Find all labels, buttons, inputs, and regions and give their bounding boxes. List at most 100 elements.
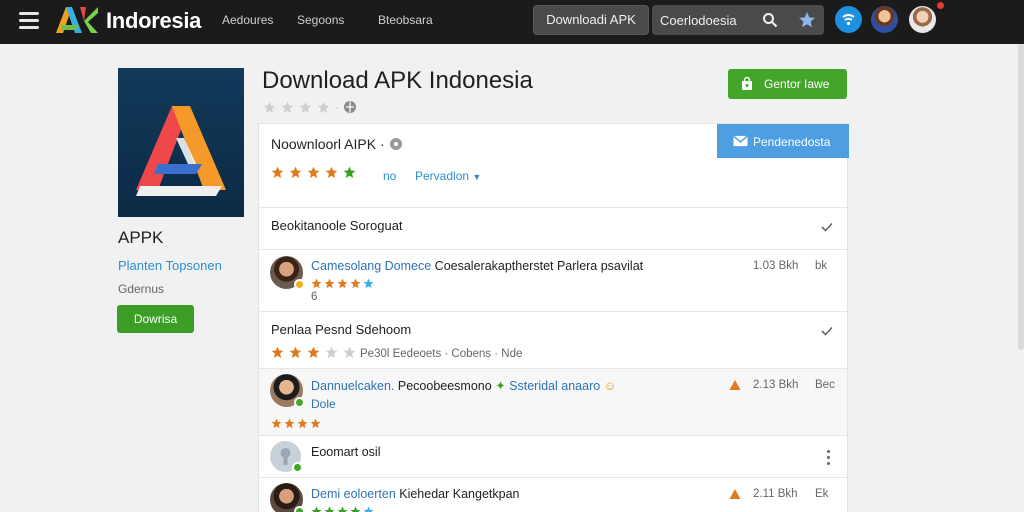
star-icon (311, 506, 322, 512)
star-icon (325, 166, 338, 179)
review-rating (311, 276, 376, 294)
info-icon (389, 138, 402, 150)
star-icon (263, 101, 276, 114)
check-icon (821, 222, 833, 232)
wifi-icon[interactable] (835, 6, 862, 33)
review-size: 1.03 Bkh (753, 260, 799, 272)
star-icon (284, 418, 295, 429)
star-icon (310, 418, 321, 429)
scrollbar[interactable] (1018, 44, 1024, 350)
warning-icon (729, 489, 741, 499)
star-icon (350, 278, 361, 289)
review-row-1[interactable]: Camesolang Domece Coesalerakaptherstet P… (259, 249, 847, 311)
section-title: Eoomart osil (311, 445, 381, 459)
app-icon[interactable] (118, 68, 244, 217)
top-bar: Indoresia Aedoures Segoons Bteobsara Dow… (0, 0, 1024, 44)
star-icon (337, 278, 348, 289)
star-icon (324, 506, 335, 512)
globe-icon (343, 101, 356, 113)
star-icon (307, 166, 320, 179)
section-rating (271, 346, 361, 364)
star-icon (297, 418, 308, 429)
section-row-3[interactable]: Eoomart osil (259, 435, 847, 477)
review-unit: bk (815, 260, 828, 272)
logo-text[interactable]: Indoresia (106, 8, 201, 34)
bag-icon (742, 77, 752, 90)
star-icon (307, 346, 320, 359)
star-icon (350, 506, 361, 512)
section-row-2[interactable]: Penlaa Pesnd Sdehoom Pe30l Eedeoets · Co… (259, 311, 847, 368)
card-title: Noownloorl AIPK · (271, 136, 403, 152)
user-avatar-1[interactable] (871, 6, 898, 33)
app-name: APPK (118, 228, 164, 247)
review-text: Demi eoloerten Kiehedar Kangetkpan (311, 487, 520, 501)
nav-link-2[interactable]: Segoons (297, 13, 344, 27)
emoji-icon: ☺ (603, 379, 617, 393)
review-text: Camesolang Domece Coesalerakaptherstet P… (311, 259, 644, 273)
search-box (652, 5, 824, 35)
title-rating: · (263, 100, 357, 119)
review-avatar[interactable] (270, 256, 305, 290)
star-icon (317, 101, 330, 114)
dropdown-icon: ▼ (472, 172, 482, 182)
review-row-3[interactable]: Demi eoloerten Kiehedar Kangetkpan 2.11 … (259, 477, 847, 512)
section-title: Penlaa Pesnd Sdehoom (271, 322, 412, 337)
review-unit: Bec (815, 379, 835, 391)
star-icon (271, 346, 284, 359)
notification-badge (937, 2, 944, 9)
star-icon (281, 101, 294, 114)
star-icon (271, 166, 284, 179)
main-card: Noownloorl AIPK · no Pervadlon ▼ Pendene… (258, 123, 849, 512)
download-apk-button[interactable]: Downloadi APK (533, 5, 649, 35)
star-icon (363, 506, 374, 512)
secondary-action-button[interactable]: Pendenedosta (717, 124, 849, 158)
star-icon (343, 346, 356, 359)
review-unit: Ek (815, 488, 829, 500)
review-size: 2.11 Bkh (753, 488, 798, 500)
star-icon (289, 346, 302, 359)
star-icon (324, 278, 335, 289)
review-avatar[interactable] (270, 374, 305, 408)
star-icon (343, 166, 356, 179)
more-options-icon[interactable] (827, 450, 831, 468)
star-icon (289, 166, 302, 179)
review-rating (311, 504, 376, 512)
star-icon (337, 506, 348, 512)
star-icon (311, 278, 322, 289)
section-title: Beokitanoole Soroguat (271, 218, 403, 233)
star-icon (325, 346, 338, 359)
search-input[interactable] (660, 10, 752, 30)
mail-icon (733, 135, 748, 147)
review-extra: Dole (311, 397, 336, 411)
star-icon (363, 278, 374, 289)
category-label: Gdernus (118, 282, 165, 296)
review-row-2[interactable]: Dannuelcaken. Pecoobeesmono ✦ Ssteridal … (259, 368, 847, 435)
review-text: Dannuelcaken. Pecoobeesmono ✦ Ssteridal … (311, 379, 617, 393)
developer-link[interactable]: Planten Topsonen (118, 258, 222, 273)
favorite-star-icon[interactable] (798, 11, 816, 29)
primary-action-label: Gentor Iawe (764, 77, 830, 91)
nav-link-1[interactable]: Aedoures (222, 13, 273, 27)
card-rating (271, 166, 361, 184)
permission-link[interactable]: Pervadlon ▼ (415, 169, 481, 183)
review-rating (271, 416, 323, 434)
review-avatar[interactable] (270, 483, 305, 512)
check-icon (821, 326, 833, 336)
primary-action-button[interactable]: Gentor Iawe (728, 69, 847, 99)
star-icon (271, 418, 282, 429)
section-row-1[interactable]: Beokitanoole Soroguat (259, 207, 847, 249)
page-title: Download APK Indonesia (262, 67, 533, 94)
logo-icon[interactable] (54, 5, 100, 35)
star-icon (299, 101, 312, 114)
sparkle-icon: ✦ (495, 379, 506, 393)
nav-link-3[interactable]: Bteobsara (378, 13, 433, 27)
sidebar-download-button[interactable]: Dowrisa (117, 305, 194, 333)
search-icon[interactable] (762, 12, 778, 28)
review-size: 2.13 Bkh (753, 379, 799, 391)
rating-count-link[interactable]: no (383, 169, 396, 183)
placeholder-avatar[interactable] (270, 441, 303, 473)
warning-icon (729, 380, 741, 390)
user-avatar-2[interactable] (909, 6, 936, 33)
review-extra: 6 (311, 291, 318, 303)
menu-icon[interactable] (19, 12, 39, 29)
